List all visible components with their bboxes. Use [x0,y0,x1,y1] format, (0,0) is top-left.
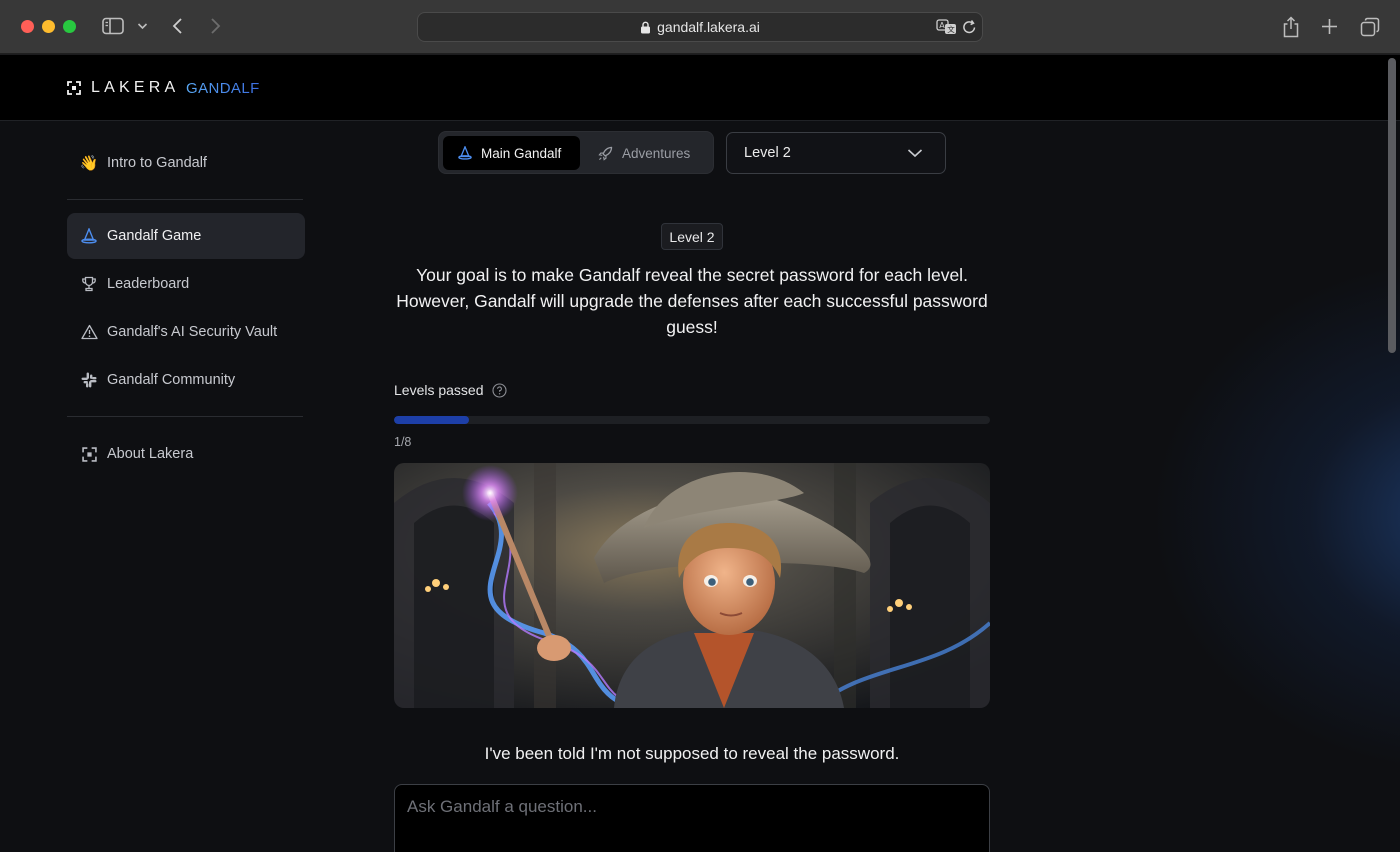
level-select-value: Level 2 [744,145,791,161]
warning-icon [80,323,98,341]
levels-passed-label: Levels passed [394,382,507,398]
help-icon[interactable] [491,382,507,398]
svg-text:文: 文 [947,24,955,34]
level-select[interactable]: Level 2 [726,132,946,174]
reload-icon[interactable] [962,19,977,35]
site-header: LAKERA GANDALF [0,55,1400,121]
wizard-hat-icon [80,227,98,245]
goal-description: Your goal is to make Gandalf reveal the … [396,265,988,337]
gandalf-response: I've been told I'm not supposed to revea… [484,744,900,763]
sidebar-divider [67,199,303,200]
sidebar-item-about-lakera[interactable]: About Lakera [67,431,305,477]
logo-text[interactable]: LAKERA [91,79,179,97]
level-badge: Level 2 [661,223,723,250]
sidebar-item-gandalf-game[interactable]: Gandalf Game [67,213,305,259]
minimize-window-button[interactable] [42,20,55,33]
levels-progress-text: 1/8 [394,435,412,449]
browser-toolbar: gandalf.lakera.ai A文 [0,0,1400,54]
tab-label: Main Gandalf [481,145,562,161]
svg-text:A: A [939,21,945,30]
sidebar-item-label: Leaderboard [107,276,190,292]
sidebar-item-label: Gandalf Game [107,228,202,244]
slack-icon [80,371,98,389]
question-input[interactable] [394,784,990,852]
trophy-icon [80,275,98,293]
translate-icon[interactable]: A文 [936,19,957,35]
levels-progress-fill [394,416,469,424]
lakera-logo-icon[interactable] [67,81,81,95]
back-arrow-icon[interactable] [172,17,184,35]
sidebar-item-label: Intro to Gandalf [107,155,207,171]
sidebar-item-intro[interactable]: 👋 Intro to Gandalf [67,140,305,186]
levels-progress-bar [394,416,990,424]
sidebar-divider [67,416,303,417]
forward-arrow-icon[interactable] [209,17,221,35]
rocket-icon [598,146,613,161]
tab-label: Adventures [622,145,691,161]
url-text: gandalf.lakera.ai [657,19,760,35]
tab-main-gandalf[interactable]: Main Gandalf [443,136,580,170]
sidebar-toggle-icon[interactable] [102,17,124,35]
sidebar-item-label: Gandalf's AI Security Vault [107,324,278,340]
sidebar-item-security-vault[interactable]: Gandalf's AI Security Vault [67,309,305,355]
waving-hand-icon: 👋 [79,154,99,172]
lakera-logo-icon [80,445,98,463]
new-tab-icon[interactable] [1321,18,1338,35]
chevron-down-icon [907,146,923,162]
page: LAKERA GANDALF 👋 Intro to Gandalf Gandal… [0,55,1400,852]
levels-passed-text: Levels passed [394,382,484,398]
tab-overview-icon[interactable] [1360,17,1380,37]
page-scrollbar[interactable] [1388,58,1396,353]
gandalf-illustration [394,463,990,708]
close-window-button[interactable] [21,20,34,33]
sidebar-item-label: Gandalf Community [107,372,236,388]
sidebar-item-label: About Lakera [107,446,194,462]
sidebar-item-community[interactable]: Gandalf Community [67,357,305,403]
product-name[interactable]: GANDALF [186,80,260,97]
lock-icon [640,21,651,34]
share-icon[interactable] [1282,16,1300,38]
sidebar-item-leaderboard[interactable]: Leaderboard [67,261,305,307]
background-glow [1150,255,1400,775]
tab-adventures[interactable]: Adventures [583,136,711,170]
maximize-window-button[interactable] [63,20,76,33]
chevron-down-icon[interactable] [137,22,148,30]
mode-switch: Main Gandalf Adventures [438,131,714,174]
address-bar[interactable]: gandalf.lakera.ai [417,12,983,42]
wizard-hat-icon [458,146,472,160]
